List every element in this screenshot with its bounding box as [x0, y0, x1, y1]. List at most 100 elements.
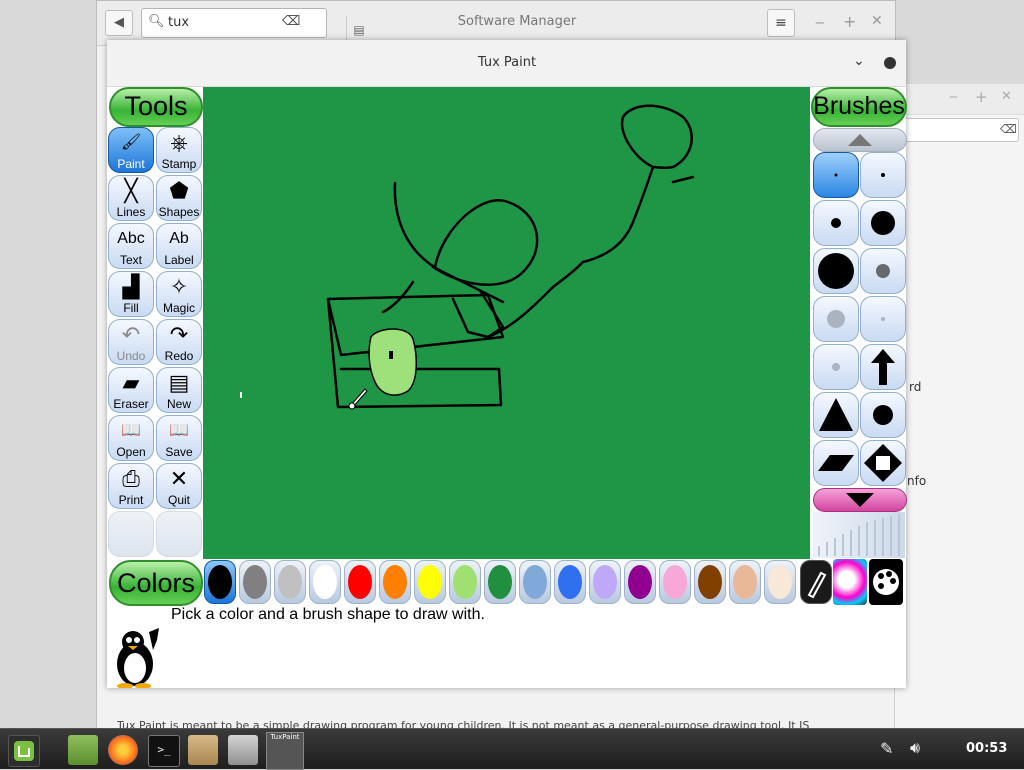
palette-color-button[interactable]	[869, 559, 903, 605]
tool-open-button[interactable]: 📖 Open	[108, 415, 154, 461]
brush-grey-dot-button[interactable]	[813, 344, 859, 390]
clear-icon[interactable]: ⌫	[1000, 122, 1017, 136]
brush-parallelogram-icon	[818, 455, 854, 471]
tuxpaint-title-bar: Tux Paint ⌄	[107, 40, 906, 87]
clock[interactable]: 00:53	[966, 741, 1007, 756]
color-swatch	[453, 565, 477, 599]
menu-icon[interactable]	[8, 735, 40, 767]
drawing-stroke	[431, 199, 539, 286]
label-icon: Ab	[169, 230, 189, 247]
tool-text-button[interactable]: Abc Text	[108, 223, 154, 269]
brush-diamond-icon	[864, 444, 902, 482]
color-beige-button[interactable]	[764, 560, 796, 604]
pen-icon[interactable]: ✎	[880, 739, 893, 758]
firefox-icon[interactable]	[108, 735, 138, 765]
tool-paint-button[interactable]: 🖌 Paint	[108, 127, 154, 173]
back-button[interactable]: ◀	[105, 10, 133, 36]
tool-quit-button[interactable]: ✕ Quit	[156, 463, 202, 509]
color-red-button[interactable]	[344, 560, 376, 604]
blank-slot	[157, 512, 201, 542]
color-blue-button[interactable]	[554, 560, 586, 604]
secondary-search-field[interactable]: ⌫	[903, 118, 1019, 142]
color-lavender-button[interactable]	[589, 560, 621, 604]
maximize-icon[interactable]: +	[843, 12, 856, 31]
brush-dot-button[interactable]	[813, 152, 859, 198]
brush-dot-button[interactable]	[860, 152, 906, 198]
tool-magic-button[interactable]: ✧ Magic	[156, 271, 202, 317]
volume-icon[interactable]: 🔊︎	[910, 738, 920, 758]
brush-dot-icon	[881, 173, 885, 177]
tux-penguin-icon	[109, 626, 165, 692]
close-icon[interactable]: ✕	[1001, 89, 1012, 104]
tuxpaint-icon[interactable]: TuxPaint	[266, 732, 304, 770]
brush-dot-button[interactable]	[860, 392, 906, 438]
tool-save-button[interactable]: 📖 Save	[156, 415, 202, 461]
minimize-icon[interactable]: ‒	[949, 89, 958, 105]
color-swatch	[418, 565, 442, 599]
color-swatch	[208, 565, 232, 599]
stamp-icon: ⎈	[170, 130, 188, 155]
color-light-grey-button[interactable]	[274, 560, 306, 604]
brush-grey-dot-button[interactable]	[860, 296, 906, 342]
brush-triangle-button[interactable]	[813, 392, 859, 438]
brush-dot-button[interactable]	[813, 200, 859, 246]
tool-eraser-button[interactable]: ▰ Eraser	[108, 367, 154, 413]
maximize-icon[interactable]: +	[975, 88, 988, 106]
color-steel-blue-button[interactable]	[519, 560, 551, 604]
color-white-button[interactable]	[309, 560, 341, 604]
brush-diamond-button[interactable]	[860, 440, 906, 486]
color-swatch	[243, 565, 267, 599]
tool-new-button[interactable]: ▤ New	[156, 367, 202, 413]
chevron-down-icon[interactable]: ⌄	[853, 53, 865, 69]
color-dark-grey-button[interactable]	[239, 560, 271, 604]
mixer-icon[interactable]	[228, 735, 258, 765]
close-icon[interactable]: ✕	[871, 13, 883, 29]
brush-grey-dot-icon	[881, 317, 885, 321]
brush-fuzzy-button[interactable]	[860, 248, 906, 294]
files-icon[interactable]	[68, 735, 98, 765]
drawing-canvas[interactable]	[203, 87, 810, 559]
terminal-icon[interactable]: >_	[148, 735, 180, 767]
brush-parallelogram-button[interactable]	[813, 440, 859, 486]
clear-icon[interactable]: ⌫	[282, 14, 300, 29]
tool-stamp-button[interactable]: ⎈ Stamp	[156, 127, 202, 173]
tool-undo-button[interactable]: ↶ Undo	[108, 319, 154, 365]
brush-grey-dot-button[interactable]	[813, 296, 859, 342]
tool-lines-button[interactable]: ╳ Lines	[108, 175, 154, 221]
redo-icon: ↷	[169, 322, 189, 347]
color-pink-button[interactable]	[659, 560, 691, 604]
color-tan-button[interactable]	[729, 560, 761, 604]
brush-dot-button[interactable]	[860, 200, 906, 246]
search-input[interactable]: tux	[168, 15, 189, 30]
color-green-button[interactable]	[484, 560, 516, 604]
tool-label-button[interactable]: Ab Label	[156, 223, 202, 269]
minimize-icon[interactable]: ‒	[815, 13, 825, 31]
eyedropper-icon	[807, 571, 827, 599]
color-brown-button[interactable]	[694, 560, 726, 604]
tool-fill-button[interactable]: ▟ Fill	[108, 271, 154, 317]
rainbow-color-button[interactable]	[833, 559, 867, 605]
tool-shapes-button[interactable]: ⬟ Shapes	[156, 175, 202, 221]
menu-button[interactable]: ≡	[767, 9, 795, 37]
color-light-green-button[interactable]	[449, 560, 481, 604]
color-picker-button[interactable]	[800, 560, 832, 604]
brushes-scroll-down-button[interactable]	[813, 488, 907, 512]
archive-icon[interactable]	[188, 735, 218, 765]
color-purple-button[interactable]	[624, 560, 656, 604]
color-yellow-button[interactable]	[414, 560, 446, 604]
bucket-icon: ▟	[122, 274, 140, 299]
color-orange-button[interactable]	[379, 560, 411, 604]
brushes-scroll-up-button[interactable]	[813, 128, 907, 152]
color-swatch	[348, 565, 372, 599]
tool-print-button[interactable]: ⎙ Print	[108, 463, 154, 509]
tool-label: Undo	[116, 349, 146, 363]
close-icon[interactable]	[884, 57, 896, 69]
color-black-button[interactable]	[204, 560, 236, 604]
tool-redo-button[interactable]: ↷ Redo	[156, 319, 202, 365]
brush-arrow-button[interactable]	[860, 344, 906, 390]
search-field[interactable]: 🔍︎ tux ⌫ ▤	[141, 8, 365, 44]
brush-dot-button[interactable]	[813, 248, 859, 294]
color-swatch	[383, 565, 407, 599]
brush-dot-icon	[871, 211, 895, 235]
tool-label: Fill	[123, 301, 139, 315]
